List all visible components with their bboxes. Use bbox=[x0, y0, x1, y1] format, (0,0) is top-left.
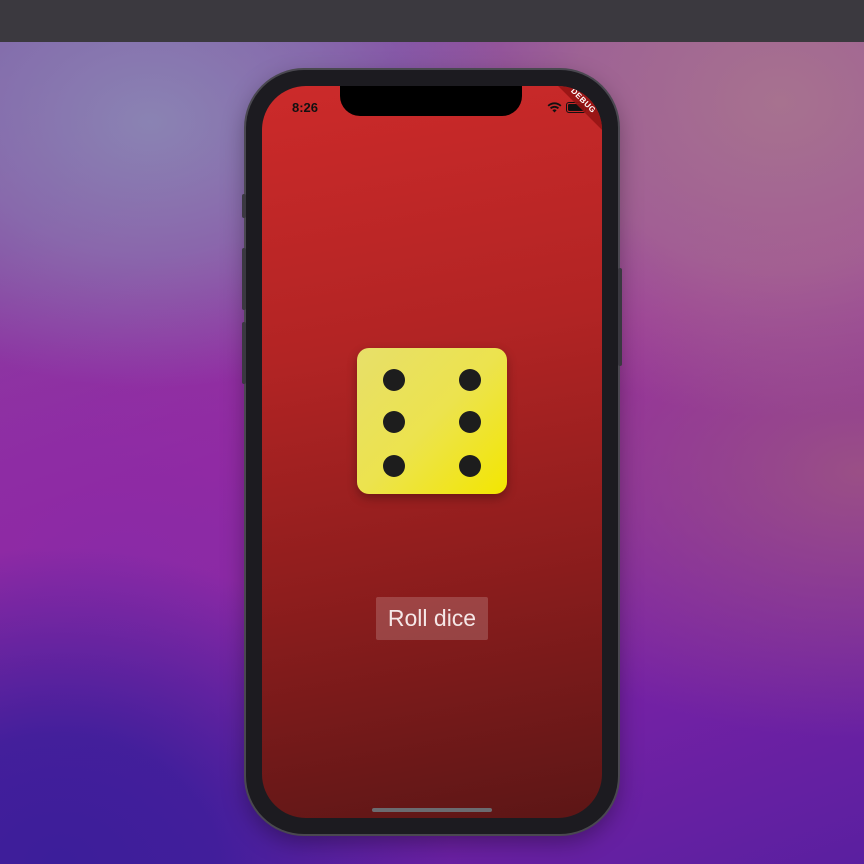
home-indicator[interactable] bbox=[372, 808, 492, 812]
volume-up-button bbox=[242, 248, 246, 310]
camera-notch bbox=[340, 86, 522, 116]
dice-face-six[interactable] bbox=[357, 348, 507, 494]
dice-pip bbox=[383, 411, 405, 433]
host-window-titlebar bbox=[0, 0, 864, 42]
dice-pip bbox=[459, 369, 481, 391]
dice-pip bbox=[459, 411, 481, 433]
dice-pip bbox=[459, 455, 481, 477]
dice-pip bbox=[383, 369, 405, 391]
silent-switch bbox=[242, 194, 246, 218]
roll-dice-button[interactable]: Roll dice bbox=[376, 597, 488, 640]
volume-down-button bbox=[242, 322, 246, 384]
dice-pip bbox=[383, 455, 405, 477]
status-time: 8:26 bbox=[292, 100, 319, 115]
app-screen: 8:26 DEBUG Roll dice bbox=[262, 86, 602, 818]
wifi-icon bbox=[547, 100, 562, 118]
phone-frame: 8:26 DEBUG Roll dice bbox=[242, 70, 622, 834]
power-button bbox=[618, 268, 622, 366]
